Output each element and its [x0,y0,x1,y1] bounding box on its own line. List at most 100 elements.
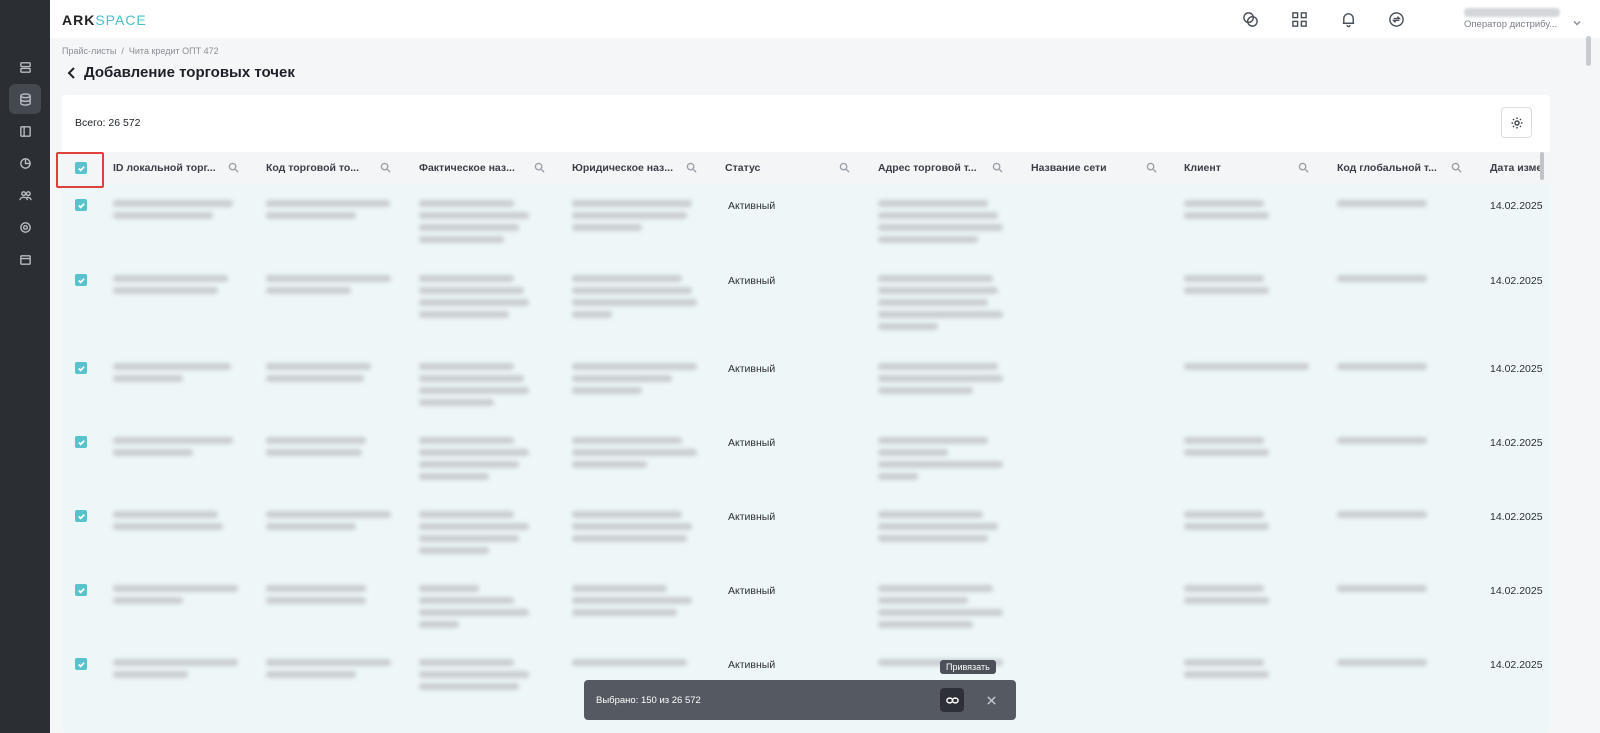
search-icon[interactable] [686,162,697,173]
column-header-network-name[interactable]: Название сети [1031,152,1171,184]
status-badge: Активный [728,200,776,212]
column-header-client[interactable]: Клиент [1184,152,1324,184]
row-checkbox[interactable] [75,199,87,211]
close-icon [987,696,996,705]
app-logo[interactable]: ARKSPACE [62,12,147,28]
redacted-cell [1337,659,1462,671]
sidebar-item-users[interactable] [9,180,41,210]
redacted-cell [113,585,238,609]
modified-date: 14.02.2025 [1490,585,1543,597]
modified-date: 14.02.2025 [1490,511,1543,523]
breadcrumb-item[interactable]: Прайс-листы [62,46,116,56]
redacted-cell [572,659,697,671]
highlight-annotation [56,152,104,188]
layout-icon [19,125,31,137]
server-icon [19,61,31,73]
redacted-cell [419,437,544,485]
check-icon [77,587,85,594]
redacted-cell [266,659,391,683]
status-badge: Активный [728,585,776,597]
search-icon[interactable] [992,162,1003,173]
search-icon[interactable] [534,162,545,173]
column-header-legal-name[interactable]: Юридическое наз... [572,152,712,184]
redacted-cell [419,275,544,323]
modified-date: 14.02.2025 [1490,659,1543,671]
search-icon[interactable] [228,162,239,173]
sidebar-item-settings[interactable] [9,212,41,242]
column-header-global-code[interactable]: Код глобальной т... [1337,152,1477,184]
outlets-panel: Всего: 26 572 ID локальной торг... Код т… [62,95,1550,733]
table-settings-button[interactable] [1501,107,1532,138]
column-header-outlet-code[interactable]: Код торговой то... [266,152,406,184]
redacted-cell [113,659,238,683]
table-row[interactable]: Активный 14.02.2025 [62,495,1550,569]
row-checkbox[interactable] [75,658,87,670]
sync-icon[interactable] [1386,9,1406,29]
status-badge: Активный [728,659,776,671]
table-scrollbar[interactable] [1540,152,1544,180]
breadcrumb-item[interactable]: Чита кредит ОПТ 472 [129,46,219,56]
row-checkbox[interactable] [75,274,87,286]
link-icon [945,696,959,704]
apps-grid-icon[interactable] [1289,9,1309,29]
link-button[interactable] [940,688,964,712]
redacted-cell [878,511,1003,547]
status-badge: Активный [728,437,776,449]
row-checkbox[interactable] [75,510,87,522]
table-header: ID локальной торг... Код торговой то... … [62,152,1550,184]
row-checkbox[interactable] [75,362,87,374]
redacted-cell [113,363,238,387]
status-badge: Активный [728,511,776,523]
sidebar-item-layout[interactable] [9,116,41,146]
redacted-cell [1184,585,1309,609]
row-checkbox[interactable] [75,436,87,448]
status-badge: Активный [728,275,776,287]
sidebar-item-calendar[interactable] [9,244,41,274]
search-icon[interactable] [839,162,850,173]
page-scrollbar[interactable] [1586,36,1591,66]
back-button[interactable] [66,66,78,80]
status-badge: Активный [728,363,776,375]
column-header-local-id[interactable]: ID локальной торг... [113,152,253,184]
bell-icon[interactable] [1338,9,1358,29]
sidebar-item-analytics[interactable] [9,148,41,178]
table-row[interactable]: Активный 14.02.2025 [62,569,1550,643]
close-selection-button[interactable] [986,693,998,705]
left-sidebar [0,0,50,733]
table-row[interactable]: Активный 14.02.2025 [62,421,1550,495]
sidebar-item-database[interactable] [9,84,41,114]
page-title: Добавление торговых точек [84,64,295,81]
redacted-cell [572,363,697,399]
sidebar-item-servers[interactable] [9,52,41,82]
redacted-cell [1337,511,1462,523]
row-checkbox[interactable] [75,584,87,596]
users-icon [18,190,32,200]
redacted-cell [419,585,544,633]
total-count: Всего: 26 572 [75,117,141,129]
table-row[interactable]: Активный 14.02.2025 [62,259,1550,347]
database-icon [19,92,31,106]
gear-icon [1511,117,1522,128]
redacted-cell [1184,659,1309,683]
user-role[interactable]: Оператор дистрибу... [1464,19,1557,30]
table-row[interactable]: Активный 14.02.2025 [62,347,1550,421]
redacted-cell [878,437,1003,485]
modified-date: 14.02.2025 [1490,363,1543,375]
column-header-status[interactable]: Статус [725,152,865,184]
user-name-blurred[interactable] [1464,8,1560,17]
modified-date: 14.02.2025 [1490,200,1543,212]
search-icon[interactable] [1146,162,1157,173]
search-icon[interactable] [380,162,391,173]
link-tooltip: Привязать [940,660,996,674]
selection-count: Выбрано: 150 из 26 572 [596,695,701,706]
redacted-cell [878,200,1003,248]
check-icon [77,661,85,668]
column-header-actual-name[interactable]: Фактическое наз... [419,152,559,184]
chevron-down-icon[interactable] [1572,15,1582,26]
column-header-address[interactable]: Адрес торговой т... [878,152,1018,184]
chat-icon[interactable] [1240,9,1260,29]
modified-date: 14.02.2025 [1490,275,1543,287]
table-row[interactable]: Активный 14.02.2025 [62,184,1550,259]
search-icon[interactable] [1451,162,1462,173]
search-icon[interactable] [1298,162,1309,173]
